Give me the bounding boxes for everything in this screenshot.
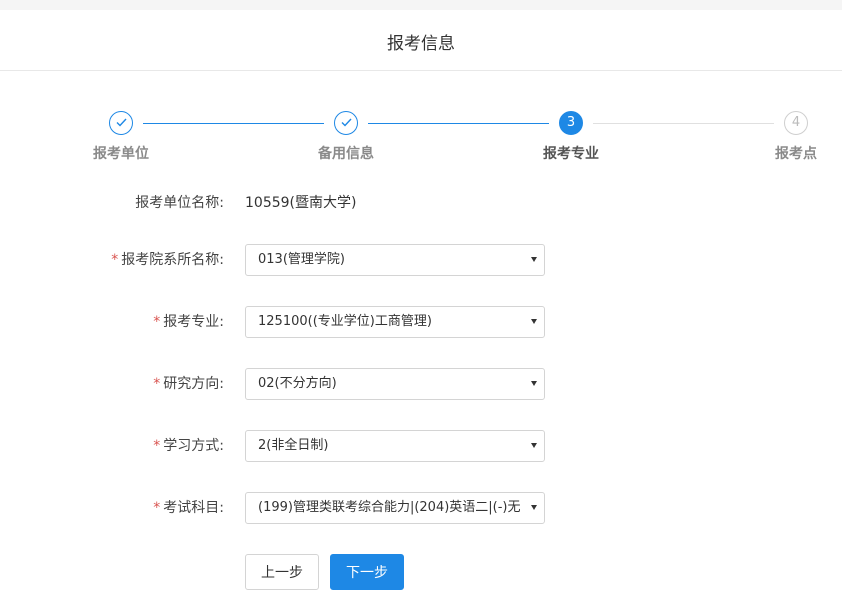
step-1-check-icon — [109, 111, 133, 135]
page-header: 报考信息 — [0, 10, 842, 71]
caret-down-icon — [531, 319, 537, 324]
step-connector-1 — [143, 123, 324, 124]
form-row-direction: * 研究方向: 02(不分方向) — [0, 368, 842, 400]
major-select[interactable]: 125100((专业学位)工商管理) — [245, 306, 545, 338]
subjects-select-value: (199)管理类联考综合能力|(204)英语二|(-)无 — [258, 500, 521, 515]
department-select[interactable]: 013(管理学院) — [245, 244, 545, 276]
step-2-check-icon — [334, 111, 358, 135]
caret-down-icon — [531, 443, 537, 448]
direction-label: * 研究方向: — [153, 376, 224, 392]
step-4-number: 4 — [784, 111, 808, 135]
department-select-value: 013(管理学院) — [258, 252, 345, 267]
caret-down-icon — [531, 257, 537, 262]
required-mark: * — [153, 500, 161, 516]
unit-label: 报考单位名称: — [135, 195, 224, 211]
study-mode-select-value: 2(非全日制) — [258, 438, 329, 453]
study-mode-label: * 学习方式: — [153, 438, 224, 454]
direction-select[interactable]: 02(不分方向) — [245, 368, 545, 400]
step-3-label: 报考专业 — [543, 146, 599, 162]
subjects-label: * 考试科目: — [153, 500, 224, 516]
subjects-select[interactable]: (199)管理类联考综合能力|(204)英语二|(-)无 — [245, 492, 545, 524]
caret-down-icon — [531, 505, 537, 510]
caret-down-icon — [531, 381, 537, 386]
page-title: 报考信息 — [387, 34, 455, 54]
form-row-unit: 报考单位名称: 10559(暨南大学) — [0, 187, 842, 219]
major-label: * 报考专业: — [153, 314, 224, 330]
unit-value: 10559(暨南大学) — [245, 195, 357, 211]
step-1-label: 报考单位 — [93, 146, 149, 162]
department-label: * 报考院系所名称: — [111, 252, 224, 268]
required-mark: * — [153, 376, 161, 392]
study-mode-select[interactable]: 2(非全日制) — [245, 430, 545, 462]
top-strip — [0, 0, 842, 10]
step-connector-3 — [593, 123, 774, 124]
direction-select-value: 02(不分方向) — [258, 376, 337, 391]
required-mark: * — [153, 438, 161, 454]
step-4-label: 报考点 — [775, 146, 817, 162]
required-mark: * — [153, 314, 161, 330]
major-select-value: 125100((专业学位)工商管理) — [258, 314, 432, 329]
prev-step-button[interactable]: 上一步 — [245, 554, 319, 590]
required-mark: * — [111, 252, 119, 268]
form-row-subjects: * 考试科目: (199)管理类联考综合能力|(204)英语二|(-)无 — [0, 492, 842, 524]
form-row-study-mode: * 学习方式: 2(非全日制) — [0, 430, 842, 462]
next-step-button[interactable]: 下一步 — [330, 554, 404, 590]
step-connector-2 — [368, 123, 549, 124]
step-2-label: 备用信息 — [318, 146, 374, 162]
step-3-number: 3 — [559, 111, 583, 135]
form-row-major: * 报考专业: 125100((专业学位)工商管理) — [0, 306, 842, 338]
form-row-department: * 报考院系所名称: 013(管理学院) — [0, 244, 842, 276]
